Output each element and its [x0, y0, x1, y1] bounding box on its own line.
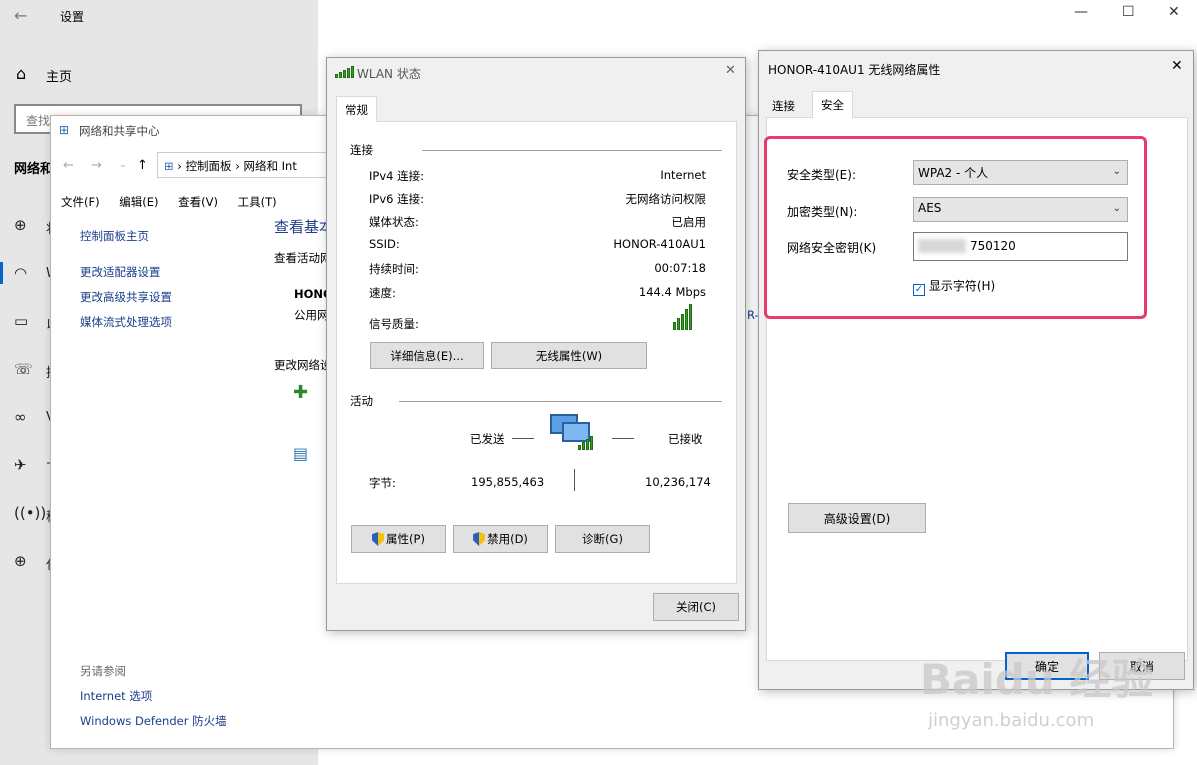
- minimize-icon[interactable]: —: [1074, 4, 1088, 20]
- wlan-general-panel: 连接 IPv4 连接: Internet IPv6 连接: 无网络访问权限 媒体…: [336, 121, 737, 584]
- uac-shield-icon: [372, 532, 385, 546]
- breadcrumb-network[interactable]: 网络和 Int: [243, 159, 296, 173]
- change-adapter-link[interactable]: 更改适配器设置: [80, 264, 161, 280]
- ssid-label: SSID:: [369, 237, 400, 251]
- media-state-value: 已启用: [671, 215, 707, 229]
- wireless-properties-button[interactable]: 无线属性(W): [491, 342, 647, 369]
- props-close-icon[interactable]: ✕: [1171, 58, 1183, 74]
- baidu-watermark: Baidu 经验: [920, 655, 1154, 704]
- disable-button[interactable]: 禁用(D): [453, 525, 548, 553]
- ipv6-label: IPv6 连接:: [369, 192, 424, 206]
- troubleshoot-icon[interactable]: ▤: [293, 444, 308, 463]
- cp-title: 网络和共享中心: [79, 124, 160, 138]
- menu-tools[interactable]: 工具(T): [238, 195, 277, 209]
- group-divider: [399, 401, 722, 402]
- sent-label: 已发送: [470, 432, 505, 446]
- network-type: 公用网: [294, 308, 329, 322]
- ipv4-label: IPv4 连接:: [369, 169, 424, 183]
- ipv6-value: 无网络访问权限: [625, 192, 707, 206]
- close-icon[interactable]: ✕: [1168, 4, 1180, 20]
- menu-file[interactable]: 文件(F): [61, 195, 100, 209]
- sent-line: [512, 438, 534, 439]
- home-link[interactable]: 主页: [46, 66, 72, 85]
- dialup-icon[interactable]: ☏: [14, 360, 33, 378]
- network-icon: ⊞: [59, 123, 70, 137]
- signal-quality-label: 信号质量:: [369, 317, 419, 331]
- media-streaming-link[interactable]: 媒体流式处理选项: [80, 314, 172, 330]
- nav-back-icon[interactable]: ←: [63, 158, 74, 173]
- group-divider: [422, 150, 722, 151]
- defender-firewall-link[interactable]: Windows Defender 防火墙: [80, 713, 227, 729]
- menu-edit[interactable]: 编辑(E): [119, 195, 158, 209]
- selected-indicator: [0, 262, 3, 284]
- menu-view[interactable]: 查看(V): [178, 195, 218, 209]
- wlan-title-signal-icon: [335, 66, 354, 78]
- vpn-icon[interactable]: ∞: [14, 408, 27, 426]
- bytes-label: 字节:: [369, 476, 396, 490]
- security-highlight-box: [764, 136, 1147, 319]
- uac-shield-icon: [473, 532, 486, 546]
- wlan-title: WLAN 状态: [357, 67, 421, 81]
- active-networks-label: 查看活动网: [274, 251, 332, 265]
- properties-button[interactable]: 属性(P): [351, 525, 446, 553]
- wifi-icon[interactable]: ◠: [14, 264, 27, 282]
- ipv4-value: Internet: [660, 168, 706, 182]
- computers-activity-icon: [550, 412, 594, 450]
- wlan-close-button[interactable]: 关闭(C): [653, 593, 739, 621]
- settings-title: 设置: [60, 10, 85, 24]
- change-settings-label: 更改网络设: [274, 358, 332, 372]
- baidu-watermark-url: jingyan.baidu.com: [928, 710, 1095, 731]
- activity-group-label: 活动: [350, 394, 373, 408]
- advanced-sharing-link[interactable]: 更改高级共享设置: [80, 289, 172, 305]
- sent-bytes-value: 195,855,463: [471, 475, 545, 489]
- props-title: HONOR-410AU1 无线网络属性: [768, 63, 941, 77]
- wlan-status-dialog: WLAN 状态 ✕ 常规 连接 IPv4 连接: Internet IPv6 连…: [326, 57, 746, 631]
- bytes-divider: [574, 469, 575, 491]
- breadcrumb-sep-icon: ›: [177, 159, 186, 173]
- breadcrumb-control-panel[interactable]: 控制面板: [186, 159, 232, 173]
- details-button[interactable]: 详细信息(E)...: [370, 342, 484, 369]
- network-section-label: 网络和: [14, 162, 54, 177]
- cp-heading: 查看基本: [274, 218, 335, 236]
- menu-bar: 文件(F) 编辑(E) 查看(V) 工具(T): [61, 194, 293, 210]
- ssid-value: HONOR-410AU1: [613, 237, 706, 251]
- signal-quality-bars-icon: [673, 304, 692, 330]
- up-arrow-icon[interactable]: ↑: [137, 158, 148, 173]
- ethernet-icon[interactable]: ▭: [14, 312, 28, 330]
- tab-connection[interactable]: 连接: [766, 95, 801, 117]
- duration-label: 持续时间:: [369, 262, 419, 276]
- back-arrow-icon[interactable]: ←: [14, 6, 27, 25]
- tab-security[interactable]: 安全: [812, 91, 853, 118]
- globe-status-icon[interactable]: ⊕: [14, 216, 27, 234]
- address-network-icon: ⊞: [164, 159, 174, 173]
- received-label: 已接收: [668, 432, 703, 446]
- received-bytes-value: 10,236,174: [645, 475, 711, 489]
- duration-value: 00:07:18: [654, 261, 706, 275]
- nav-forward-icon[interactable]: →: [91, 158, 102, 173]
- diagnose-button[interactable]: 诊断(G): [555, 525, 650, 553]
- received-line: [612, 438, 634, 439]
- hotspot-icon[interactable]: ((•)): [14, 504, 46, 522]
- media-state-label: 媒体状态:: [369, 215, 419, 229]
- cp-home-link[interactable]: 控制面板主页: [80, 228, 149, 244]
- speed-value: 144.4 Mbps: [638, 285, 706, 299]
- connection-group-label: 连接: [350, 143, 373, 157]
- properties-button-label: 属性(P): [386, 532, 425, 546]
- airplane-icon[interactable]: ✈: [14, 456, 27, 474]
- proxy-globe-icon[interactable]: ⊕: [14, 552, 27, 570]
- advanced-settings-button[interactable]: 高级设置(D): [788, 503, 926, 533]
- wlan-close-icon[interactable]: ✕: [725, 63, 736, 78]
- see-also-label: 另请参阅: [80, 664, 126, 678]
- new-connection-icon[interactable]: ✚: [293, 382, 308, 403]
- speed-label: 速度:: [369, 286, 396, 300]
- history-chevron-icon[interactable]: ⌄: [119, 160, 127, 170]
- maximize-icon[interactable]: ☐: [1122, 4, 1135, 20]
- home-icon: ⌂: [16, 64, 27, 83]
- disable-button-label: 禁用(D): [487, 532, 528, 546]
- tab-general[interactable]: 常规: [336, 96, 377, 122]
- internet-options-link[interactable]: Internet 选项: [80, 688, 152, 704]
